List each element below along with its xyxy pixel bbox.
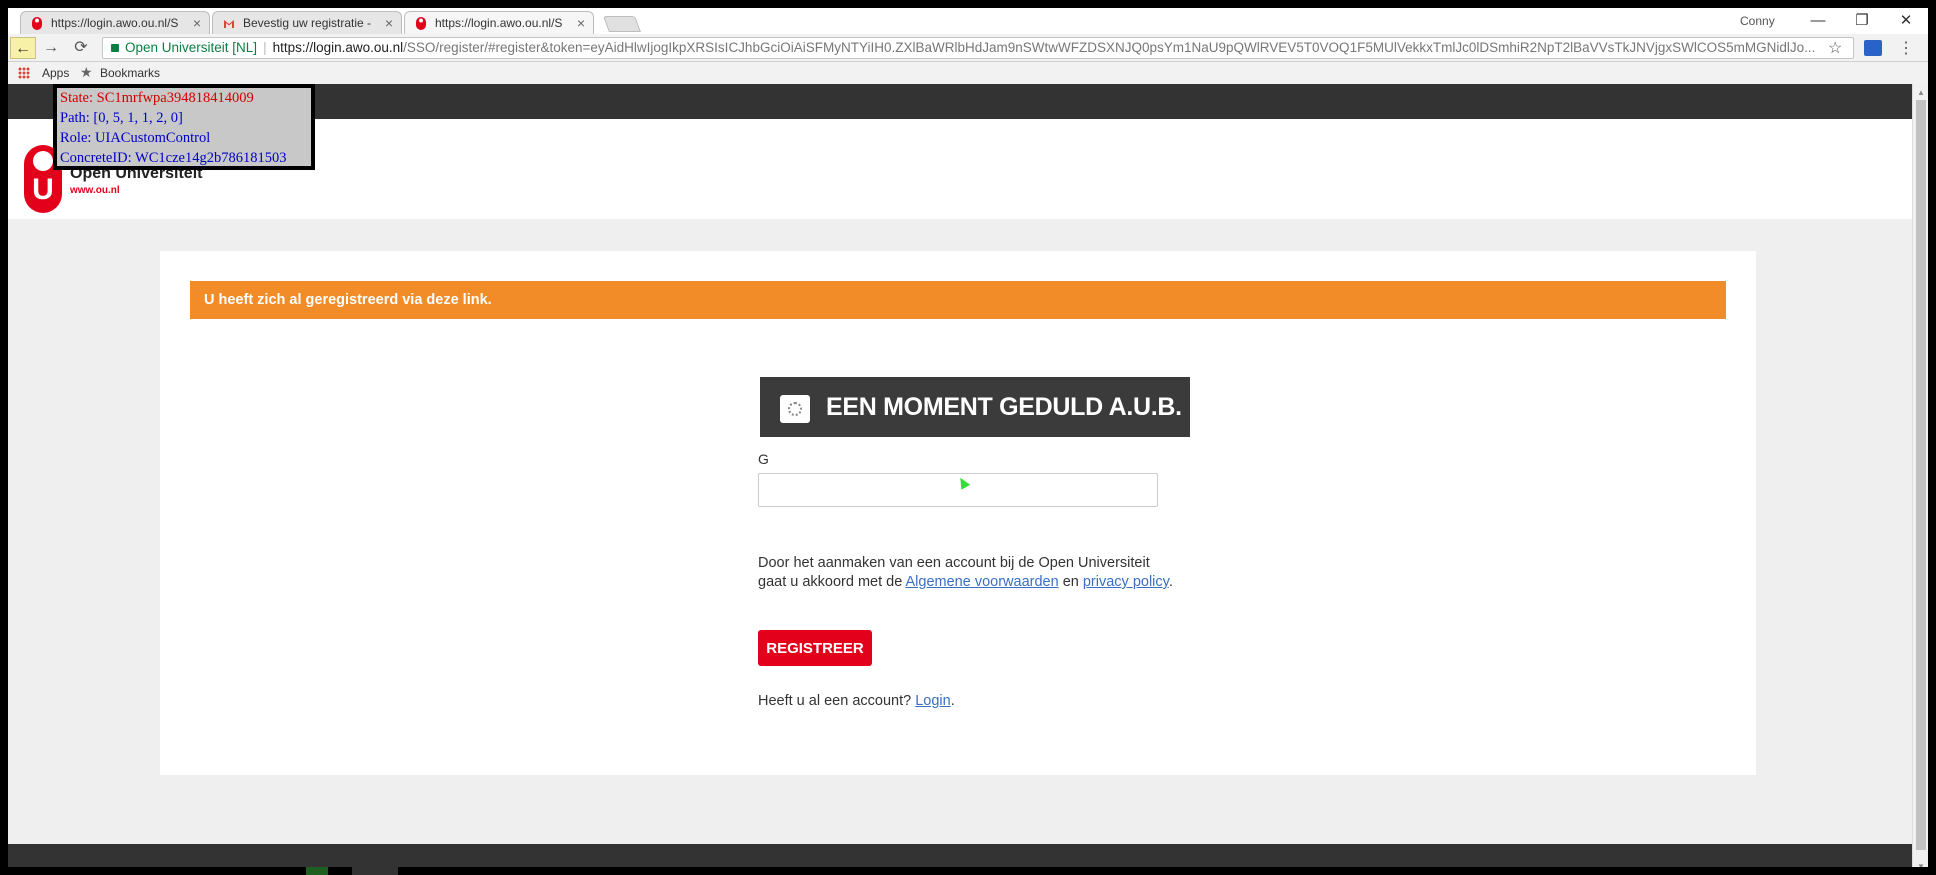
- terms-text: Door het aanmaken van een account bij de…: [758, 554, 1178, 592]
- url-path: /SSO/register/#register&token=eyAidHlwIj…: [403, 40, 1816, 55]
- back-arrow-icon[interactable]: ←: [10, 37, 36, 59]
- taskbar-app-icon[interactable]: [306, 867, 328, 875]
- loading-overlay: EEN MOMENT GEDULD A.U.B.: [760, 377, 1190, 437]
- gmail-icon: [224, 20, 234, 28]
- logo-letter: U: [32, 173, 54, 206]
- close-window-icon[interactable]: ✕: [1884, 8, 1928, 34]
- tab-3[interactable]: https://login.awo.ou.nl/S ×: [404, 11, 594, 34]
- scroll-up-icon[interactable]: ▲: [1917, 88, 1925, 97]
- spinner-icon: [780, 395, 810, 423]
- login-prompt: Heeft u al een account? Login.: [758, 693, 955, 709]
- apps-grid-icon[interactable]: [18, 67, 30, 79]
- tab-3-title: https://login.awo.ou.nl/S: [435, 16, 563, 30]
- terms-link[interactable]: Algemene voorwaarden: [906, 574, 1059, 590]
- loading-text: EEN MOMENT GEDULD A.U.B.: [826, 393, 1182, 421]
- address-bar[interactable]: Open Universiteit [NL] | https://login.awo…: [102, 37, 1854, 59]
- bookmarks-link[interactable]: Bookmarks: [100, 66, 160, 80]
- register-button[interactable]: REGISTREER: [758, 630, 872, 666]
- restore-icon[interactable]: ❐: [1840, 8, 1884, 34]
- extension-icon[interactable]: [1864, 40, 1882, 56]
- tab-2-close-icon[interactable]: ×: [385, 12, 393, 34]
- terms-mid: en: [1058, 574, 1083, 590]
- tab-1-title: https://login.awo.ou.nl/S: [51, 16, 179, 30]
- minimize-icon[interactable]: —: [1796, 8, 1840, 34]
- apps-link[interactable]: Apps: [42, 66, 69, 80]
- bookmark-star-icon[interactable]: ☆: [1828, 38, 1842, 58]
- logo-dot: [33, 151, 53, 171]
- ou-favicon-icon: [32, 17, 42, 30]
- debug-info-overlay: State: SC1mrfwpa394818414009 Path: [0, 5…: [53, 84, 315, 170]
- bookmarks-star-icon: ★: [80, 64, 93, 80]
- forward-arrow-icon[interactable]: →: [38, 37, 64, 59]
- secure-site-label: Open Universiteit [NL]: [125, 40, 258, 55]
- new-tab-button[interactable]: [603, 16, 641, 32]
- terms-suffix: .: [1168, 574, 1173, 590]
- taskbar-app-icon[interactable]: [352, 867, 398, 875]
- already-registered-alert: U heeft zich al geregistreerd via deze l…: [190, 281, 1726, 319]
- debug-state: State: SC1mrfwpa394818414009: [60, 90, 254, 106]
- tab-strip: https://login.awo.ou.nl/S × Bevestig uw …: [8, 8, 1928, 34]
- login-prefix: Heeft u al een account?: [758, 693, 916, 709]
- login-suffix: .: [950, 693, 955, 709]
- field-label: G: [758, 451, 769, 467]
- url-host: https://login.awo.ou.nl: [272, 40, 404, 55]
- lock-icon: [111, 44, 119, 52]
- privacy-policy-link[interactable]: privacy policy: [1083, 574, 1169, 590]
- page-scrollbar[interactable]: ▲ ▼: [1912, 84, 1928, 875]
- debug-concrete-id: ConcreteID: WC1cze14g2b786181503: [60, 150, 287, 166]
- login-link[interactable]: Login: [915, 693, 950, 709]
- logo-url: www.ou.nl: [70, 185, 120, 196]
- browser-toolbar: ← → ⟳ Open Universiteit [NL] | https://log…: [8, 34, 1928, 62]
- debug-path: Path: [0, 5, 1, 1, 2, 0]: [60, 110, 183, 126]
- tab-1[interactable]: https://login.awo.ou.nl/S ×: [20, 11, 210, 34]
- bookmarks-bar: Apps ★ Bookmarks: [8, 63, 1928, 84]
- scrollbar-thumb[interactable]: [1916, 100, 1926, 850]
- os-taskbar: [0, 867, 1936, 875]
- tab-2-title: Bevestig uw registratie -: [243, 16, 372, 30]
- reload-icon[interactable]: ⟳: [68, 37, 94, 59]
- register-card: U heeft zich al geregistreerd via deze l…: [160, 251, 1756, 775]
- ou-favicon-icon: [416, 17, 426, 30]
- tab-2[interactable]: Bevestig uw registratie - ×: [212, 11, 402, 34]
- browser-menu-icon[interactable]: ⋮: [1898, 38, 1914, 58]
- address-separator: |: [263, 40, 267, 55]
- profile-name[interactable]: Conny: [1740, 14, 1775, 28]
- tab-1-close-icon[interactable]: ×: [193, 12, 201, 34]
- tab-3-close-icon[interactable]: ×: [577, 12, 585, 34]
- debug-role: Role: UIACustomControl: [60, 130, 211, 146]
